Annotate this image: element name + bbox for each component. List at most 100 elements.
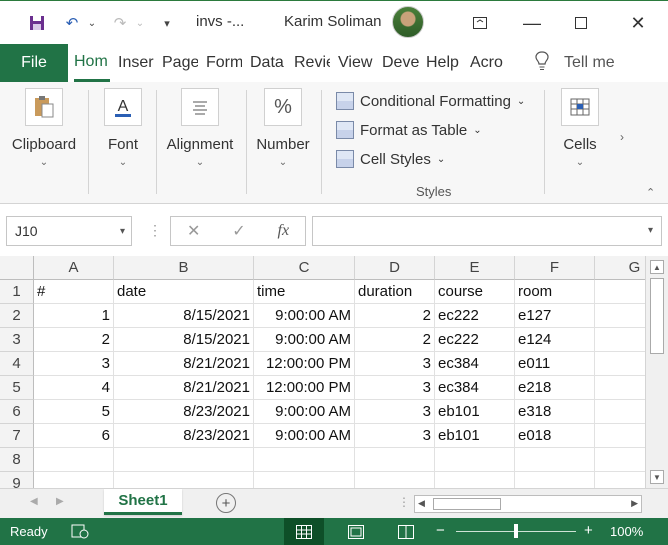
tab-acrobat[interactable]: Acro [470, 44, 508, 82]
row-header-5[interactable]: 5 [0, 376, 34, 400]
insert-function-icon[interactable]: fx [278, 222, 290, 240]
table-cell[interactable]: 9:00:00 AM [254, 400, 355, 424]
table-cell[interactable]: 8/21/2021 [114, 352, 254, 376]
row-header-8[interactable]: 8 [0, 448, 34, 472]
table-cell[interactable] [435, 472, 515, 488]
table-cell[interactable]: course [435, 280, 515, 304]
sheet-prev-icon[interactable]: ◀ [30, 496, 38, 507]
save-icon[interactable] [26, 10, 48, 36]
tab-developer[interactable]: Deve [382, 44, 420, 82]
table-cell[interactable]: 2 [355, 328, 435, 352]
table-cell[interactable]: eb101 [435, 400, 515, 424]
number-group[interactable]: % Number ⌄ [252, 88, 314, 198]
scroll-thumb[interactable] [433, 498, 501, 510]
worksheet-grid[interactable]: A B C D E F G 1 2 3 4 5 6 7 8 9 # date t… [0, 256, 645, 488]
chevron-down-icon[interactable]: ▾ [120, 226, 125, 237]
table-cell[interactable] [355, 448, 435, 472]
customize-toolbar-icon[interactable]: ▾ [160, 10, 174, 36]
table-cell[interactable] [595, 376, 645, 400]
table-cell[interactable]: 6 [34, 424, 114, 448]
collapse-ribbon-icon[interactable]: ⌃ [646, 186, 655, 199]
scroll-up-icon[interactable]: ▲ [650, 260, 664, 274]
table-cell[interactable]: 8/21/2021 [114, 376, 254, 400]
table-cell[interactable]: 3 [355, 424, 435, 448]
format-as-table-button[interactable]: Format as Table ⌄ [336, 119, 482, 141]
table-cell[interactable]: ec384 [435, 352, 515, 376]
table-cell[interactable] [595, 448, 645, 472]
page-break-view-icon[interactable] [386, 518, 426, 545]
close-icon[interactable]: ✕ [618, 9, 658, 37]
avatar[interactable] [392, 6, 424, 38]
scroll-left-icon[interactable]: ◀ [418, 498, 425, 509]
zoom-in-icon[interactable]: + [584, 522, 593, 539]
tab-page-layout[interactable]: Page [162, 44, 198, 82]
cancel-icon[interactable]: ✕ [187, 221, 200, 241]
table-cell[interactable]: 2 [34, 328, 114, 352]
resize-handle-icon[interactable]: ⋮ [148, 222, 162, 239]
cells-group[interactable]: Cells ⌄ [552, 88, 608, 198]
table-cell[interactable]: room [515, 280, 595, 304]
tab-insert[interactable]: Inser [118, 44, 154, 82]
column-header-g[interactable]: G [595, 256, 645, 280]
table-cell[interactable]: 3 [355, 352, 435, 376]
undo-icon[interactable]: ↶ [60, 10, 84, 36]
sheet-next-icon[interactable]: ▶ [56, 496, 64, 507]
table-cell[interactable]: 12:00:00 PM [254, 376, 355, 400]
column-header-a[interactable]: A [34, 256, 114, 280]
row-header-4[interactable]: 4 [0, 352, 34, 376]
redo-icon[interactable]: ↷ [108, 10, 132, 36]
column-header-f[interactable]: F [515, 256, 595, 280]
scroll-right-icon[interactable]: ▶ [631, 498, 638, 509]
table-cell[interactable] [114, 448, 254, 472]
normal-view-icon[interactable] [284, 518, 324, 545]
table-cell[interactable] [355, 472, 435, 488]
table-cell[interactable] [595, 352, 645, 376]
table-cell[interactable]: 4 [34, 376, 114, 400]
tab-review[interactable]: Revie [294, 44, 330, 82]
table-cell[interactable]: # [34, 280, 114, 304]
table-cell[interactable] [595, 424, 645, 448]
table-cell[interactable] [595, 328, 645, 352]
resize-handle-icon[interactable]: ⋮ [398, 495, 410, 509]
clipboard-group[interactable]: Clipboard ⌄ [8, 88, 80, 198]
table-cell[interactable] [114, 472, 254, 488]
table-cell[interactable] [595, 400, 645, 424]
table-cell[interactable]: ec384 [435, 376, 515, 400]
name-box[interactable]: J10 ▾ [6, 216, 132, 246]
table-cell[interactable]: e218 [515, 376, 595, 400]
column-header-b[interactable]: B [114, 256, 254, 280]
row-header-6[interactable]: 6 [0, 400, 34, 424]
column-header-d[interactable]: D [355, 256, 435, 280]
tab-view[interactable]: View [338, 44, 376, 82]
table-cell[interactable] [34, 472, 114, 488]
table-cell[interactable]: 9:00:00 AM [254, 328, 355, 352]
chevron-right-icon[interactable]: › [620, 130, 624, 144]
table-cell[interactable]: time [254, 280, 355, 304]
table-cell[interactable]: ec222 [435, 328, 515, 352]
column-header-c[interactable]: C [254, 256, 355, 280]
table-cell[interactable]: 12:00:00 PM [254, 352, 355, 376]
table-cell[interactable]: eb101 [435, 424, 515, 448]
scroll-thumb[interactable] [650, 278, 664, 354]
row-header-1[interactable]: 1 [0, 280, 34, 304]
tab-formulas[interactable]: Form [206, 44, 242, 82]
table-cell[interactable]: e124 [515, 328, 595, 352]
undo-dropdown-icon[interactable]: ⌄ [86, 10, 98, 36]
chevron-down-icon[interactable]: ▾ [648, 225, 653, 236]
table-cell[interactable]: e318 [515, 400, 595, 424]
table-cell[interactable]: 9:00:00 AM [254, 304, 355, 328]
table-cell[interactable]: 9:00:00 AM [254, 424, 355, 448]
font-group[interactable]: A Font ⌄ [96, 88, 150, 198]
table-cell[interactable] [34, 448, 114, 472]
row-header-3[interactable]: 3 [0, 328, 34, 352]
row-header-2[interactable]: 2 [0, 304, 34, 328]
row-header-7[interactable]: 7 [0, 424, 34, 448]
table-cell[interactable]: 3 [34, 352, 114, 376]
table-cell[interactable]: 8/15/2021 [114, 328, 254, 352]
table-cell[interactable] [435, 448, 515, 472]
table-cell[interactable] [595, 280, 645, 304]
vertical-scrollbar[interactable]: ▲ ▼ [645, 256, 668, 488]
tab-data[interactable]: Data [250, 44, 286, 82]
user-name[interactable]: Karim Soliman [284, 13, 382, 30]
conditional-formatting-button[interactable]: Conditional Formatting ⌄ [336, 90, 525, 112]
